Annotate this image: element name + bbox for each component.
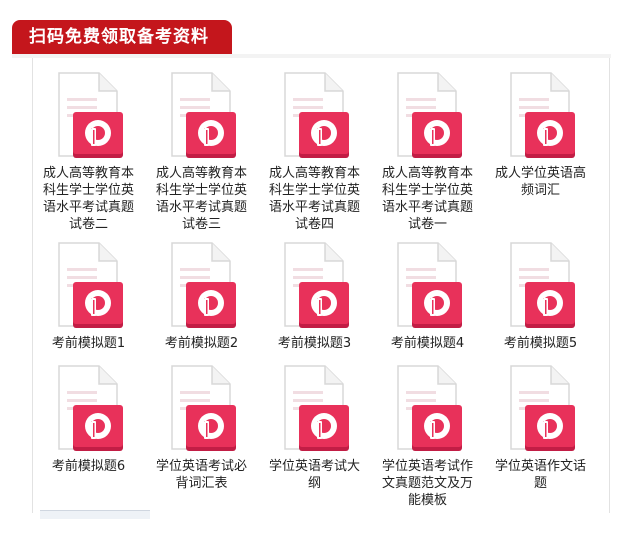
file-label: 学位英语考试大纲 [268,459,360,491]
bottom-scroll-tab [40,510,150,519]
pdf-file-icon [388,240,468,332]
file-label: 学位英语考试必背词汇表 [155,459,247,491]
file-label: 学位英语考试作文真题范文及万能模板 [381,459,473,508]
file-label: 考前模拟题2 [164,336,239,351]
pdf-file-icon [501,70,581,162]
pdf-file-icon [49,70,129,162]
file-item[interactable]: 考前模拟题6 [32,363,145,503]
file-item[interactable]: 考前模拟题3 [258,240,371,363]
section-title: 扫码免费领取备考资料 [29,27,209,47]
file-label: 学位英语作文话题 [494,459,586,491]
file-label: 考前模拟题3 [277,336,352,351]
file-item[interactable]: 学位英语考试大纲 [258,363,371,503]
file-item[interactable]: 学位英语作文话题 [484,363,597,503]
file-label: 考前模拟题1 [51,336,126,351]
pdf-file-icon [162,70,242,162]
file-item[interactable]: 考前模拟题2 [145,240,258,363]
pdf-file-icon [162,240,242,332]
file-label: 考前模拟题4 [390,336,465,351]
file-item[interactable]: 考前模拟题5 [484,240,597,363]
file-label: 成人高等教育本科生学士学位英语水平考试真题试卷一 [381,166,473,232]
file-label: 成人高等教育本科生学士学位英语水平考试真题试卷四 [268,166,360,232]
file-item[interactable]: 成人高等教育本科生学士学位英语水平考试真题试卷一 [371,70,484,240]
pdf-file-icon [388,70,468,162]
pdf-file-icon [388,363,468,455]
file-label: 考前模拟题6 [51,459,126,474]
pdf-file-icon [275,240,355,332]
file-item[interactable]: 学位英语考试作文真题范文及万能模板 [371,363,484,508]
file-label: 成人高等教育本科生学士学位英语水平考试真题试卷三 [155,166,247,232]
file-label: 成人高等教育本科生学士学位英语水平考试真题试卷二 [42,166,134,232]
pdf-file-icon [49,363,129,455]
file-grid: 成人高等教育本科生学士学位英语水平考试真题试卷二 成人高等教育本科生学士学位英语… [32,70,607,508]
file-item[interactable]: 学位英语考试必背词汇表 [145,363,258,503]
file-label: 考前模拟题5 [503,336,578,351]
pdf-file-icon [162,363,242,455]
section-header: 扫码免费领取备考资料 [12,20,232,54]
file-item[interactable]: 考前模拟题1 [32,240,145,363]
file-item[interactable]: 考前模拟题4 [371,240,484,363]
pdf-file-icon [49,240,129,332]
file-item[interactable]: 成人高等教育本科生学士学位英语水平考试真题试卷二 [32,70,145,240]
pdf-file-icon [275,70,355,162]
file-item[interactable]: 成人高等教育本科生学士学位英语水平考试真题试卷三 [145,70,258,240]
file-label: 成人学位英语高频词汇 [494,166,586,198]
pdf-file-icon [501,363,581,455]
file-item[interactable]: 成人学位英语高频词汇 [484,70,597,240]
pdf-file-icon [275,363,355,455]
pdf-file-icon [501,240,581,332]
file-item[interactable]: 成人高等教育本科生学士学位英语水平考试真题试卷四 [258,70,371,240]
